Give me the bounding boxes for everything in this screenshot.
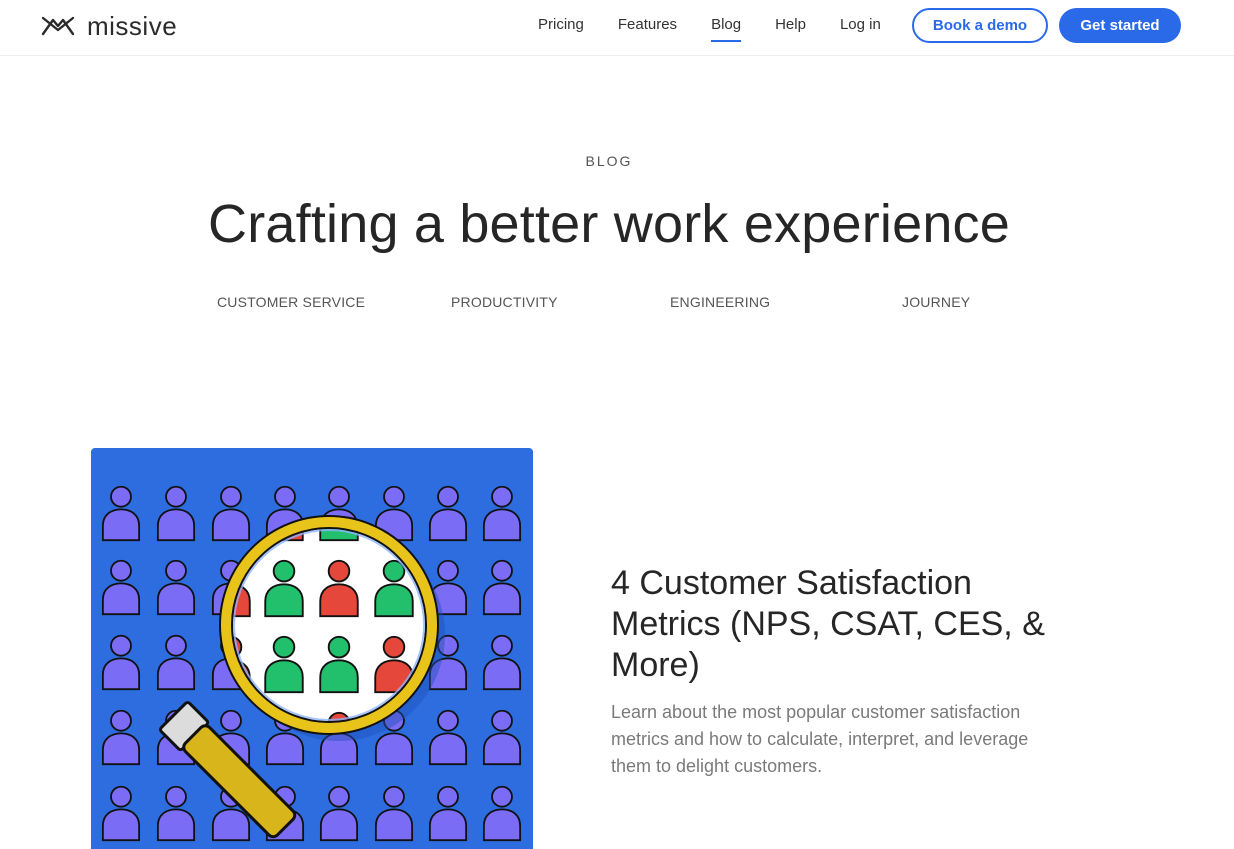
logo[interactable]: missive xyxy=(41,12,177,40)
blog-eyebrow: BLOG xyxy=(585,153,633,169)
magnifying-glass-over-people-illustration xyxy=(91,448,533,849)
missive-logo-icon xyxy=(41,16,75,36)
main-nav: Pricing Features Blog Help Log in xyxy=(520,0,915,50)
logo-text: missive xyxy=(87,11,178,41)
site-header: missive Pricing Features Blog Help Log i… xyxy=(0,0,1234,56)
nav-pricing[interactable]: Pricing xyxy=(538,0,584,50)
page-title: Crafting a better work experience xyxy=(208,194,1010,254)
category-filter: CUSTOMER SERVICE PRODUCTIVITY ENGINEERIN… xyxy=(0,294,1234,314)
post-title[interactable]: 4 Customer Satisfaction Metrics (NPS, CS… xyxy=(611,563,1051,686)
category-engineering[interactable]: ENGINEERING xyxy=(670,294,770,310)
get-started-button[interactable]: Get started xyxy=(1059,8,1181,43)
nav-blog[interactable]: Blog xyxy=(711,0,742,50)
nav-login[interactable]: Log in xyxy=(840,0,881,50)
category-productivity[interactable]: PRODUCTIVITY xyxy=(451,294,558,310)
category-customer-service[interactable]: CUSTOMER SERVICE xyxy=(217,294,365,310)
post-featured-image[interactable] xyxy=(91,448,533,849)
category-journey[interactable]: JOURNEY xyxy=(902,294,970,310)
book-demo-button[interactable]: Book a demo xyxy=(912,8,1048,43)
nav-features[interactable]: Features xyxy=(618,0,677,50)
nav-help[interactable]: Help xyxy=(775,0,806,50)
post-excerpt: Learn about the most popular customer sa… xyxy=(611,702,1029,776)
